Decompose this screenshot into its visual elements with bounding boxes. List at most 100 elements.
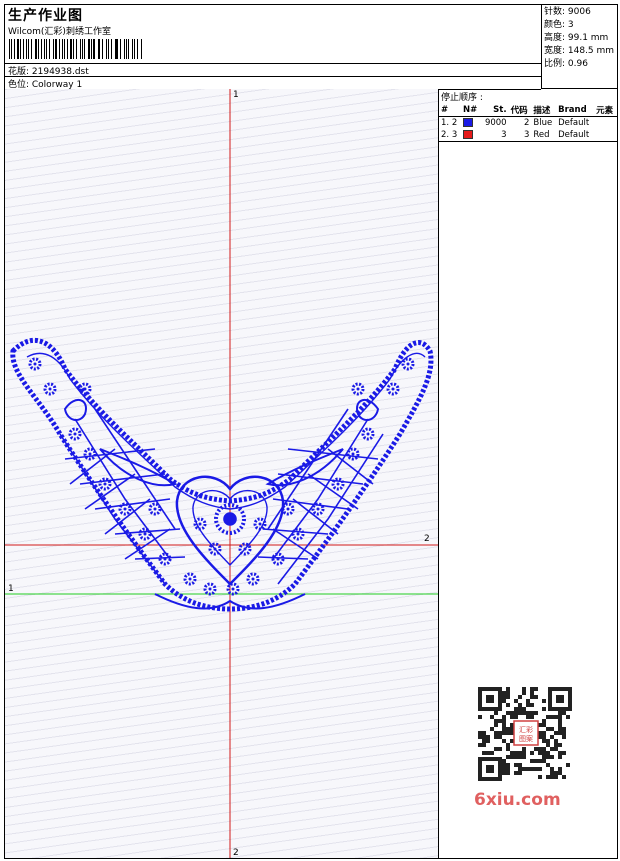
flower-center — [213, 547, 217, 551]
qr-cell — [534, 747, 538, 751]
qr-cell — [534, 711, 538, 715]
qr-cell — [482, 743, 486, 747]
qr-cell — [518, 707, 522, 711]
qr-cell — [562, 731, 566, 735]
qr-cell — [530, 687, 534, 691]
qr-cell — [546, 715, 550, 719]
qr-cell — [514, 711, 518, 715]
qr-cell — [514, 763, 518, 767]
vertical-axis-label-top: 1 — [233, 90, 239, 100]
table-header-row: # N# St. 代码 描述 Brand 元素 — [439, 104, 617, 117]
qr-cell — [502, 695, 506, 699]
qr-cell — [506, 711, 510, 715]
col-element: 元素 — [594, 104, 617, 117]
qr-cell — [506, 767, 510, 771]
qr-cell — [494, 719, 498, 723]
qr-cell — [494, 747, 498, 751]
color-swatch — [462, 130, 473, 139]
qr-cell — [514, 751, 518, 755]
qr-cell — [494, 723, 498, 727]
qr-cell — [554, 775, 558, 779]
qr-cell — [546, 727, 550, 731]
qr-cell — [546, 743, 550, 747]
qr-cell — [550, 727, 554, 731]
qr-cell — [490, 715, 494, 719]
row-brand: Default — [558, 118, 590, 128]
qr-cell — [550, 715, 554, 719]
qr-cell — [518, 711, 522, 715]
flower-center — [296, 532, 300, 536]
design-canvas[interactable]: 1 2 2 1 — [5, 89, 439, 858]
qr-cell — [502, 759, 506, 763]
qr-cell — [514, 699, 518, 703]
qr-cell — [526, 699, 530, 703]
qr-cell — [522, 767, 526, 771]
design-width: 宽度: 148.5 mm — [544, 46, 615, 56]
qr-cell — [542, 751, 546, 755]
qr-cell — [550, 735, 554, 739]
row-index: 2. — [441, 130, 450, 140]
qr-cell — [538, 751, 542, 755]
qr-cell — [542, 723, 546, 727]
qr-cell — [506, 755, 510, 759]
qr-cell — [538, 747, 542, 751]
qr-cell — [542, 719, 546, 723]
qr-cell — [534, 767, 538, 771]
qr-cell — [534, 687, 538, 691]
qr-cell — [538, 767, 542, 771]
flower-center — [258, 522, 262, 526]
qr-cell — [478, 735, 482, 739]
qr-cell — [506, 695, 510, 699]
qr-cell — [546, 763, 550, 767]
row-stitches: 3 — [501, 130, 507, 140]
qr-cell — [546, 775, 550, 779]
qr-cell — [486, 751, 490, 755]
flower-center — [103, 482, 107, 486]
qr-cell — [518, 771, 522, 775]
qr-cell — [542, 739, 546, 743]
qr-cell — [482, 735, 486, 739]
qr-cell — [550, 775, 554, 779]
qr-cell — [554, 747, 558, 751]
qr-cell — [542, 731, 546, 735]
flower-center — [391, 387, 395, 391]
qr-cell — [546, 751, 550, 755]
qr-cell — [510, 751, 514, 755]
qr-cell — [506, 727, 510, 731]
color-swatch — [462, 118, 473, 127]
row-stitches: 9000 — [484, 118, 507, 128]
green-axis-label: 1 — [8, 584, 14, 594]
qr-cell — [522, 755, 526, 759]
qr-cell — [558, 751, 562, 755]
qr-cell — [546, 739, 550, 743]
qr-cell — [510, 715, 514, 719]
row-brand: Default — [558, 130, 590, 140]
col-brand: Brand — [556, 104, 595, 117]
row-code: 2 — [523, 118, 530, 128]
color-count: 颜色: 3 — [544, 20, 574, 30]
col-description: 描述 — [531, 104, 557, 117]
qr-cell — [558, 771, 562, 775]
flower-center — [198, 522, 202, 526]
design-summary: 针数: 9006 颜色: 3 高度: 99.1 mm 宽度: 148.5 mm … — [541, 5, 617, 89]
qr-cell — [558, 715, 562, 719]
table-row[interactable]: 2. 3 3 3 Red Default — [439, 129, 617, 141]
flower-center — [143, 532, 147, 536]
qr-cell — [538, 759, 542, 763]
qr-cell — [502, 771, 506, 775]
qr-cell — [482, 731, 486, 735]
table-row[interactable]: 1. 2 9000 2 Blue Default — [439, 117, 617, 130]
qr-cell — [530, 767, 534, 771]
qr-cell — [514, 755, 518, 759]
qr-cell — [554, 743, 558, 747]
qr-cell — [530, 695, 534, 699]
qr-cell — [558, 743, 562, 747]
qr-cell — [514, 715, 518, 719]
qr-cell — [510, 755, 514, 759]
qr-cell — [478, 731, 482, 735]
qr-cell — [522, 751, 526, 755]
qr-cell — [562, 775, 566, 779]
qr-cell — [566, 763, 570, 767]
qr-cell — [522, 707, 526, 711]
qr-cell — [558, 711, 562, 715]
